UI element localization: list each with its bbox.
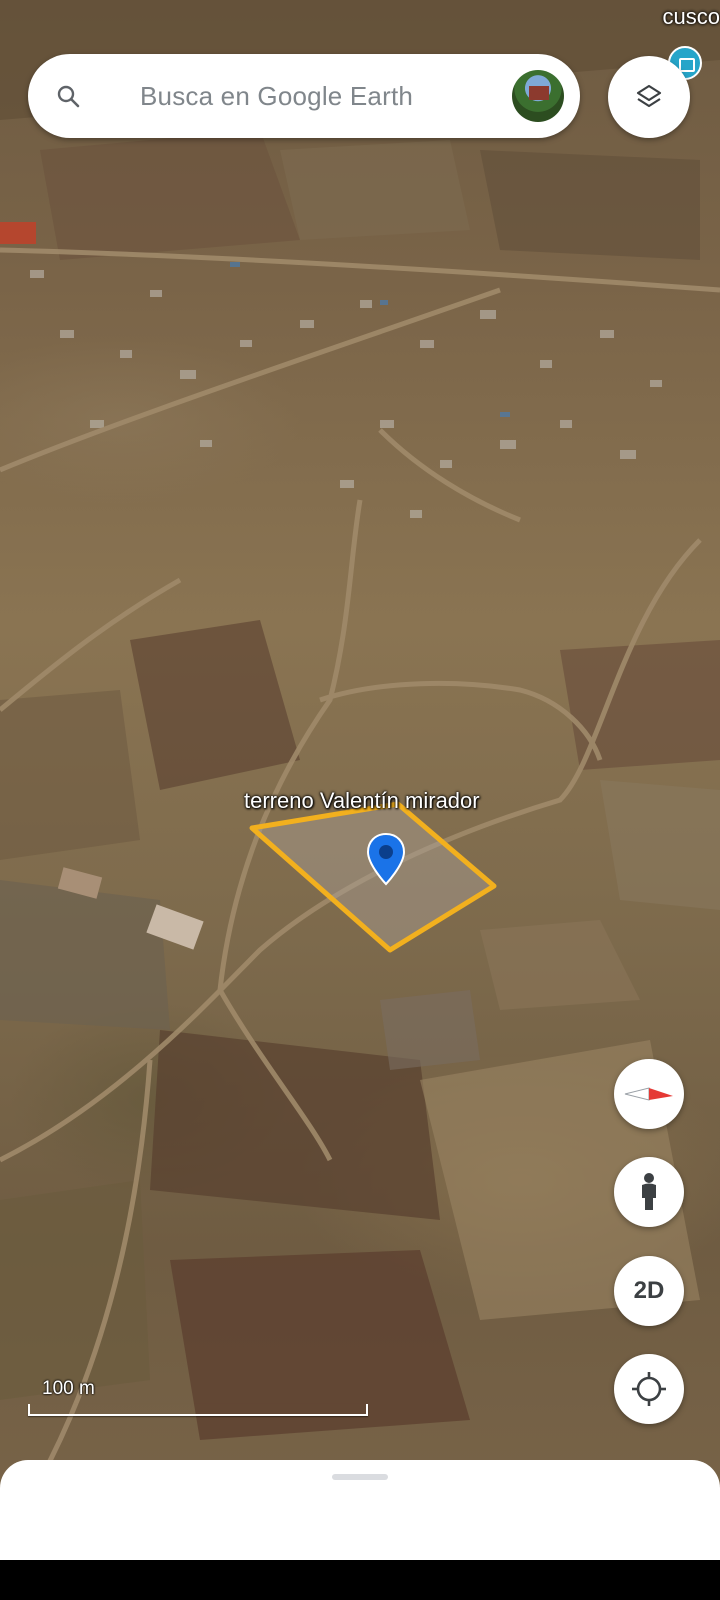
street-view-button[interactable] <box>614 1157 684 1227</box>
compass-icon <box>624 1087 673 1101</box>
scale-line <box>28 1404 368 1416</box>
layers-button[interactable] <box>608 56 690 138</box>
placemark-label[interactable]: terreno Valentín mirador <box>244 788 480 814</box>
terrain-layer <box>0 0 720 1482</box>
search-icon <box>56 84 80 108</box>
satellite-map[interactable]: cusco terreno Valentín mirador 100 m <box>0 0 720 1560</box>
region-label: cusco <box>662 4 720 29</box>
my-location-button[interactable] <box>614 1354 684 1424</box>
layers-icon <box>636 84 662 108</box>
sheet-drag-handle[interactable] <box>332 1474 388 1480</box>
my-location-icon <box>632 1372 666 1406</box>
search-input[interactable]: Busca en Google Earth <box>140 81 413 112</box>
pegman-icon <box>642 1173 656 1210</box>
bottom-sheet[interactable] <box>0 1460 720 1560</box>
search-bar[interactable]: Busca en Google Earth <box>28 54 580 138</box>
account-avatar[interactable] <box>512 70 564 122</box>
system-nav-bar <box>0 1560 720 1600</box>
compass-button[interactable] <box>614 1059 684 1129</box>
scale-label: 100 m <box>42 1378 95 1399</box>
scale-bar: 100 m <box>28 1378 368 1422</box>
view-mode-button[interactable]: 2D <box>614 1256 684 1326</box>
